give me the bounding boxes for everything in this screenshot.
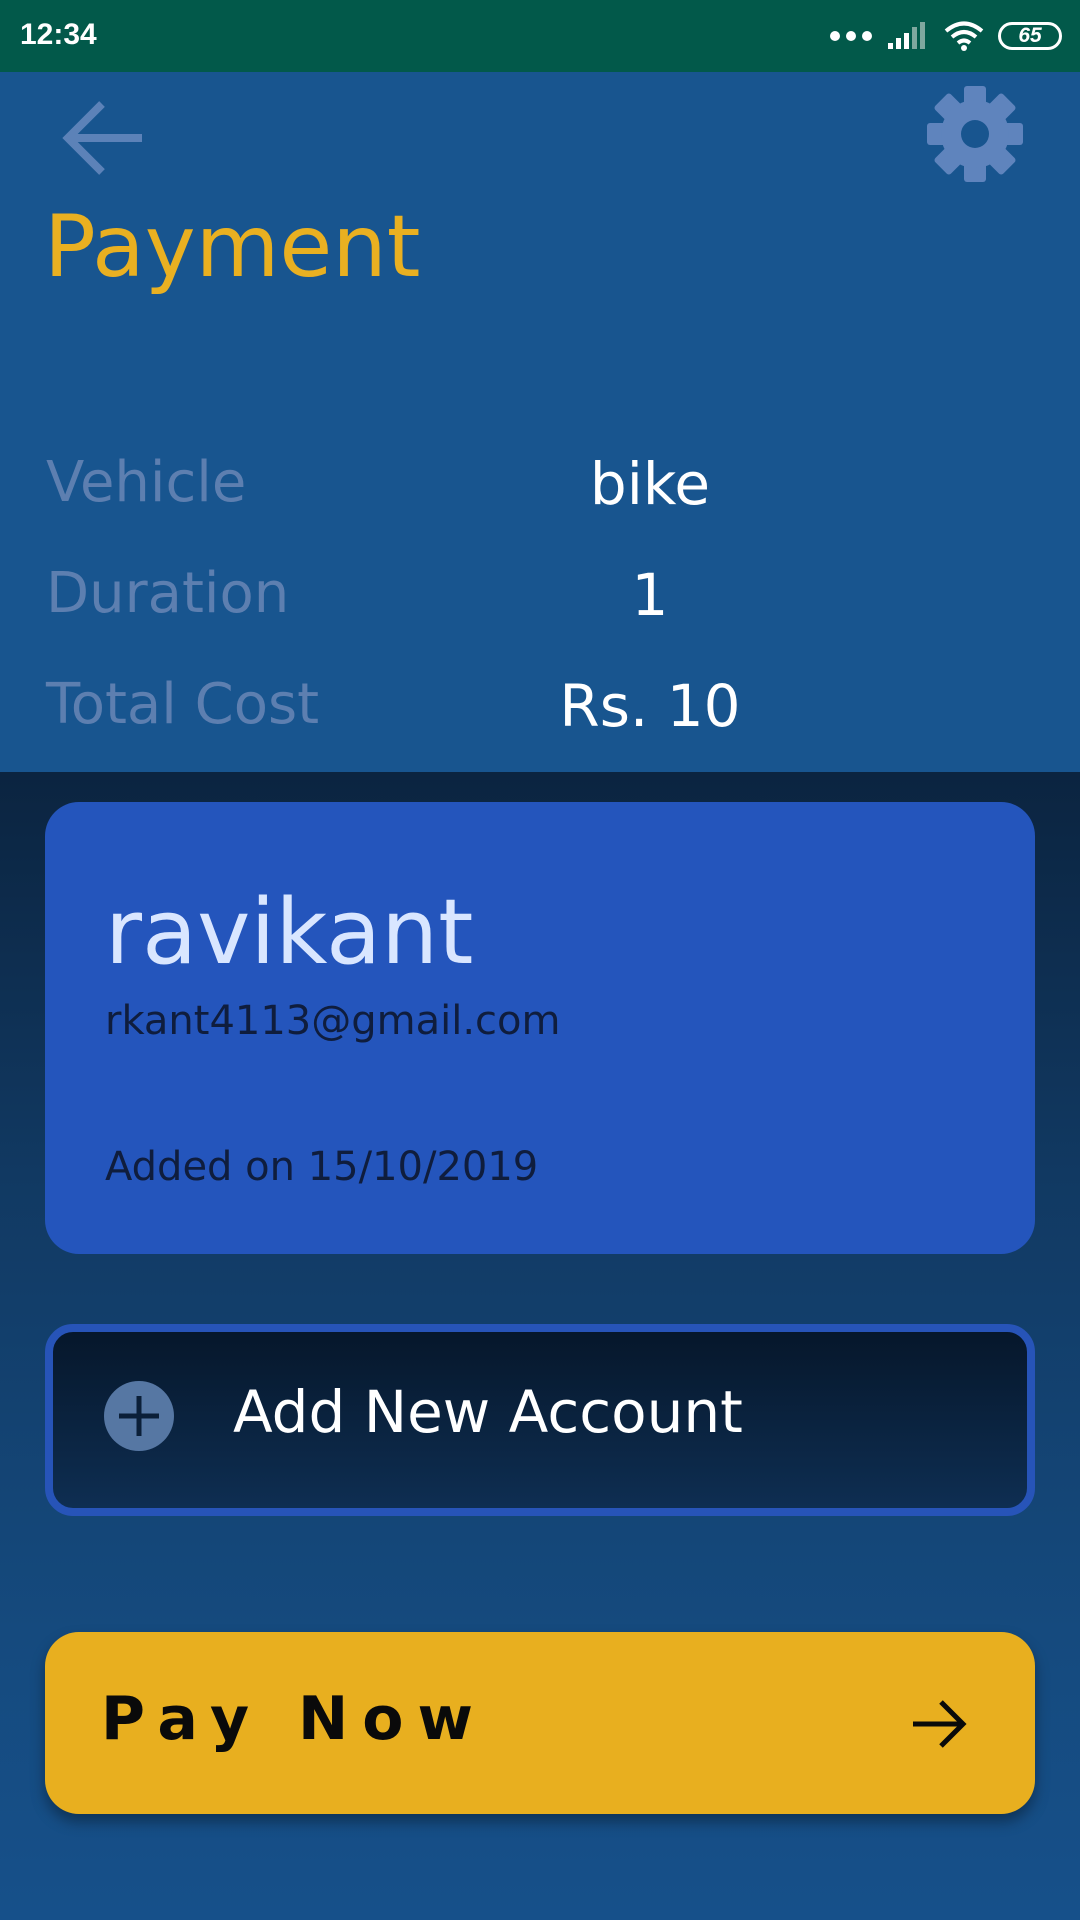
battery-icon: 65: [998, 22, 1062, 50]
vehicle-label: Vehicle: [46, 450, 247, 515]
gear-icon: [927, 86, 1023, 182]
pay-now-button[interactable]: Pay Now: [45, 1632, 1035, 1814]
payment-screen: 12:34 65 Payment Vehicle bike Duration 1…: [0, 0, 1080, 1920]
total-cost-value: Rs. 10: [559, 672, 741, 740]
duration-value: 1: [631, 561, 669, 629]
wifi-icon: [944, 21, 984, 51]
more-dots-icon: [830, 31, 872, 41]
duration-label: Duration: [46, 561, 290, 626]
account-email: rkant4113@gmail.com: [105, 998, 561, 1044]
total-cost-label: Total Cost: [46, 672, 320, 737]
duration-row: Duration 1: [0, 561, 1080, 641]
pay-now-label: Pay Now: [101, 1684, 487, 1754]
account-added-date: Added on 15/10/2019: [105, 1144, 539, 1190]
settings-button[interactable]: [925, 84, 1025, 184]
add-account-button[interactable]: Add New Account: [45, 1324, 1035, 1516]
add-account-label: Add New Account: [233, 1378, 743, 1446]
account-card[interactable]: ravikant rkant4113@gmail.com Added on 15…: [45, 802, 1035, 1254]
status-icons: 65: [830, 14, 1062, 58]
vehicle-value: bike: [589, 450, 711, 518]
total-cost-row: Total Cost Rs. 10: [0, 672, 1080, 752]
signal-icon: [888, 22, 925, 49]
status-time: 12:34: [20, 18, 97, 51]
back-button[interactable]: [58, 92, 150, 184]
page-title: Payment: [44, 197, 421, 297]
arrow-left-icon: [62, 101, 142, 175]
vehicle-row: Vehicle bike: [0, 450, 1080, 530]
status-bar: 12:34 65: [0, 0, 1080, 72]
payment-header: Payment: [0, 72, 1080, 772]
plus-circle-icon: [104, 1381, 174, 1451]
arrow-right-icon: [913, 1700, 967, 1748]
account-name: ravikant: [105, 880, 474, 985]
